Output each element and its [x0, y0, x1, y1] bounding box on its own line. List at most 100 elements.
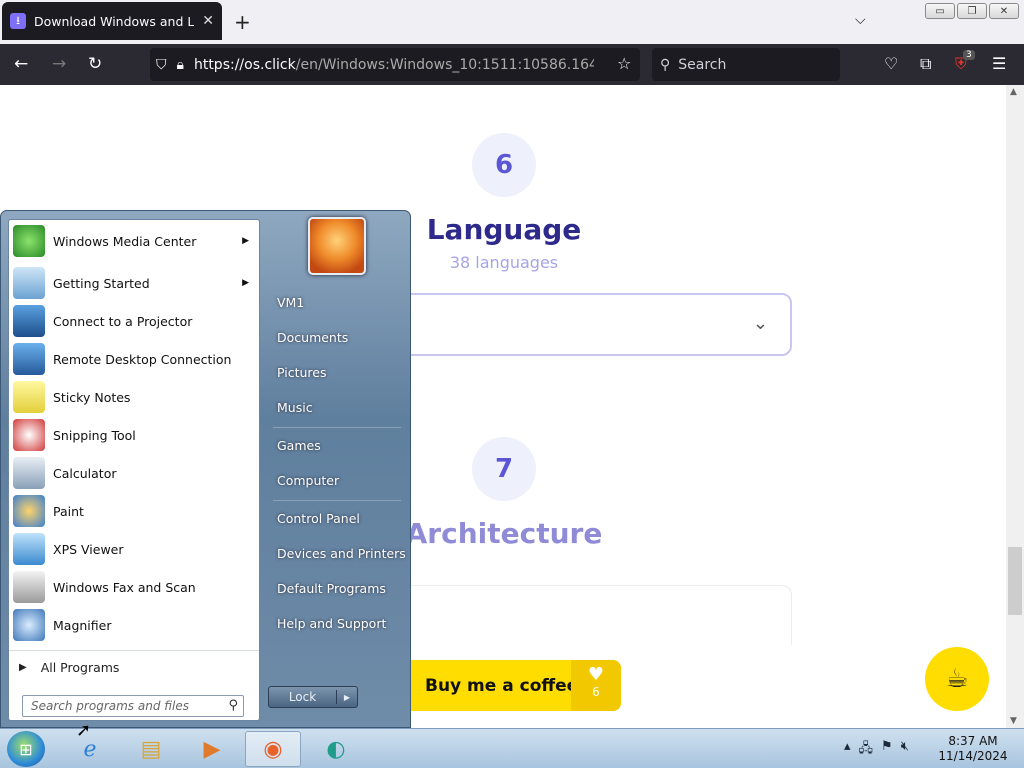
user-avatar[interactable]	[308, 217, 366, 275]
show-hidden-icons-icon[interactable]: ▴	[844, 739, 851, 761]
tab-title: Download Windows and Linux	[34, 13, 195, 29]
start-right-documents[interactable]: Documents	[267, 324, 407, 350]
folder-icon: ▤	[140, 736, 162, 762]
start-right-control-panel[interactable]: Control Panel	[267, 505, 407, 531]
bookmark-star-icon[interactable]: ☆	[617, 54, 631, 73]
restore-button[interactable]: ❐	[957, 3, 987, 19]
coffee-cup-button[interactable]: ☕︎	[925, 647, 989, 711]
program-windows-fax-and-scan[interactable]: Windows Fax and Scan	[9, 568, 259, 606]
action-center-flag-icon[interactable]: ⚑	[881, 739, 893, 761]
url-path: /en/Windows:Windows_10:1511:10586.164:Mu…	[295, 56, 594, 73]
coffee-like-counter[interactable]: ♥ 6	[571, 660, 621, 711]
program-label: Sticky Notes	[53, 389, 131, 405]
start-right-pictures[interactable]: Pictures	[267, 359, 407, 385]
program-label: Paint	[53, 503, 84, 519]
program-connect-to-projector[interactable]: Connect to a Projector	[9, 302, 259, 340]
taskbar-file-explorer[interactable]: ▤	[123, 731, 179, 767]
remote-desktop-icon	[13, 343, 45, 375]
fax-scan-icon	[13, 571, 45, 603]
start-menu: Windows Media Center ▶ Getting Started ▶…	[0, 210, 411, 728]
start-right-vm1[interactable]: VM1	[267, 289, 407, 315]
network-icon[interactable]: 🖧︎	[859, 739, 874, 761]
pocket-icon[interactable]: ♡	[884, 54, 898, 73]
list-tabs-button[interactable]: ⌵	[855, 12, 866, 28]
program-getting-started[interactable]: Getting Started ▶	[9, 264, 259, 302]
new-tab-button[interactable]: +	[234, 10, 251, 34]
xps-viewer-icon	[13, 533, 45, 565]
page-scrollbar[interactable]: ▲ ▼	[1006, 85, 1024, 728]
lock-icon[interactable]: 🔒︎	[177, 57, 184, 73]
program-label: Windows Fax and Scan	[53, 579, 196, 595]
program-windows-media-center[interactable]: Windows Media Center ▶	[9, 222, 259, 260]
coffee-count: 6	[592, 685, 600, 699]
extensions-icon[interactable]: ⧉	[920, 54, 931, 74]
heart-icon: ♥	[587, 664, 605, 685]
search-placeholder: Search	[678, 56, 727, 73]
scroll-down-arrow[interactable]: ▼	[1010, 716, 1017, 726]
program-remote-desktop[interactable]: Remote Desktop Connection	[9, 340, 259, 378]
shield-icon[interactable]: ⛉	[156, 57, 167, 73]
search-icon[interactable]: ⚲	[228, 698, 238, 713]
program-paint[interactable]: Paint	[9, 492, 259, 530]
program-magnifier[interactable]: Magnifier	[9, 606, 259, 644]
browser-tab-active[interactable]: ⭳ Download Windows and Linux ✕	[2, 2, 222, 40]
calculator-icon	[13, 457, 45, 489]
chevron-down-icon: ⌄	[752, 313, 768, 334]
start-button[interactable]: ⊞	[7, 731, 45, 767]
close-window-button[interactable]: ✕	[989, 3, 1019, 19]
start-right-music[interactable]: Music	[267, 394, 407, 420]
all-programs-button[interactable]: ▶ All Programs	[9, 650, 259, 684]
volume-muted-icon[interactable]: 🔇︎	[901, 739, 909, 761]
taskbar-app[interactable]: ◐	[308, 731, 364, 767]
program-sticky-notes[interactable]: Sticky Notes	[9, 378, 259, 416]
close-tab-icon[interactable]: ✕	[202, 13, 214, 29]
snipping-tool-icon	[13, 419, 45, 451]
clock-date: 11/14/2024	[938, 749, 1008, 763]
minimize-button[interactable]: ▭	[925, 3, 955, 19]
browser-toolbar: ← → ↻ ⛉ 🔒︎ https://os.click/en/Windows:W…	[0, 44, 1024, 85]
browser-tab-bar: ⭳ Download Windows and Linux ✕ + ⌵ ▭ ❐ ✕	[0, 0, 1024, 44]
scrollbar-thumb[interactable]	[1008, 547, 1022, 615]
start-right-help-support[interactable]: Help and Support	[267, 610, 407, 636]
start-right-devices-printers[interactable]: Devices and Printers	[267, 540, 407, 566]
buy-me-a-coffee-button[interactable]: Buy me a coffee ♥ 6	[395, 660, 621, 711]
all-programs-label: All Programs	[40, 660, 120, 675]
start-search-input[interactable]: Search programs and files ⚲	[22, 695, 244, 717]
windows-logo-icon: ⊞	[19, 739, 33, 759]
program-snipping-tool[interactable]: Snipping Tool	[9, 416, 259, 454]
scroll-up-arrow[interactable]: ▲	[1010, 87, 1017, 97]
step-7-badge: 7	[472, 437, 536, 501]
shutdown-options-arrow-icon[interactable]: ▶	[337, 693, 357, 702]
reload-button[interactable]: ↻	[88, 54, 102, 74]
taskbar-firefox[interactable]: ◉	[245, 731, 301, 767]
media-player-icon: ▶	[203, 736, 221, 762]
start-right-computer[interactable]: Computer	[267, 467, 407, 493]
program-label: Calculator	[53, 465, 117, 481]
taskbar-clock[interactable]: 8:37 AM 11/14/2024	[936, 734, 1010, 764]
program-label: Snipping Tool	[53, 427, 136, 443]
program-label: XPS Viewer	[53, 541, 124, 557]
program-label: Remote Desktop Connection	[53, 351, 232, 367]
search-bar[interactable]: ⚲ Search	[652, 48, 840, 81]
lock-label: Lock	[269, 690, 337, 704]
url-bar[interactable]: ⛉ 🔒︎ https://os.click/en/Windows:Windows…	[150, 48, 640, 81]
taskbar: ⊞ ℯ ▤ ▶ ◉ ◐ ▴ 🖧︎ ⚑ 🔇︎ 8:37 AM 11/14/2024	[0, 728, 1024, 768]
forward-button[interactable]: →	[52, 54, 66, 74]
download-icon: ⭳	[10, 13, 26, 29]
back-button[interactable]: ←	[14, 54, 28, 74]
url-text[interactable]: https://os.click/en/Windows:Windows_10:1…	[194, 57, 594, 73]
lock-button[interactable]: Lock ▶	[268, 686, 358, 708]
start-right-games[interactable]: Games	[267, 432, 407, 458]
media-center-icon	[13, 225, 45, 257]
url-host: https://os.click	[193, 56, 296, 73]
taskbar-media-player[interactable]: ▶	[184, 731, 240, 767]
menu-icon[interactable]: ☰	[992, 54, 1006, 73]
program-xps-viewer[interactable]: XPS Viewer	[9, 530, 259, 568]
app-icon: ◐	[326, 736, 346, 762]
start-right-default-programs[interactable]: Default Programs	[267, 575, 407, 601]
getting-started-icon	[13, 267, 45, 299]
program-label: Magnifier	[53, 617, 112, 633]
system-tray: ▴ 🖧︎ ⚑ 🔇︎	[844, 739, 909, 761]
program-calculator[interactable]: Calculator	[9, 454, 259, 492]
architecture-select[interactable]	[390, 585, 792, 645]
